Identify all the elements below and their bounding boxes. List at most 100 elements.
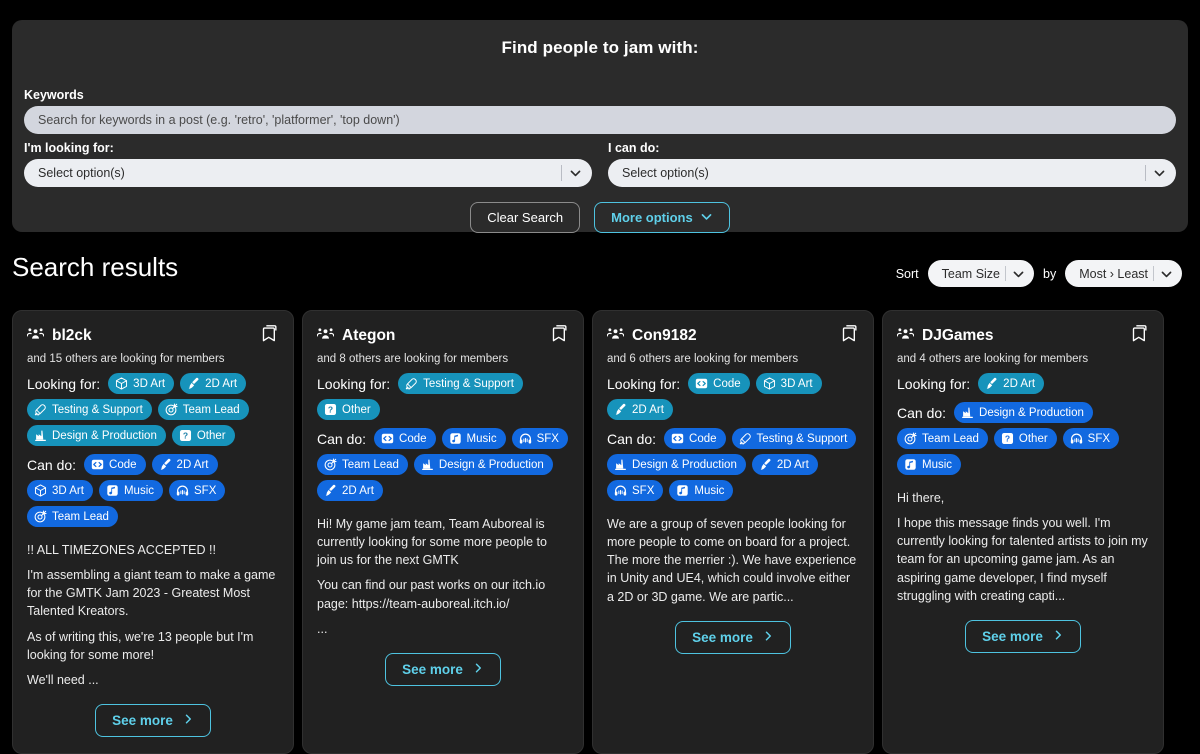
target-icon — [165, 403, 178, 416]
tag-3d-art[interactable]: 3D Art — [27, 480, 93, 501]
tag-design-production[interactable]: Design & Production — [27, 425, 166, 446]
more-options-button[interactable]: More options — [594, 202, 730, 233]
tag-sfx[interactable]: SFX — [607, 480, 663, 501]
keywords-label: Keywords — [24, 88, 1176, 102]
tag-2d-art[interactable]: 2D Art — [152, 454, 218, 475]
tag-sfx[interactable]: SFX — [169, 480, 225, 501]
tag-code[interactable]: Code — [664, 428, 726, 449]
looking-for-section: Looking for: 2D Art — [897, 373, 1149, 394]
tag-testing-support[interactable]: Testing & Support — [398, 373, 523, 394]
search-input[interactable] — [24, 106, 1176, 134]
tag-team-lead[interactable]: Team Lead — [27, 506, 118, 527]
bookmark-icon[interactable] — [551, 324, 570, 343]
people-icon — [607, 325, 624, 347]
can-do-section: Can do:CodeTesting & SupportDesign & Pro… — [607, 428, 859, 501]
bug-icon — [739, 432, 752, 445]
see-more-wrap: See more — [897, 620, 1149, 653]
can-do-group: I can do: Select option(s) — [608, 141, 1176, 187]
brush-icon — [985, 377, 998, 390]
card-title: bl2ck — [52, 327, 92, 345]
more-options-label: More options — [611, 210, 693, 225]
bookmark-icon[interactable] — [261, 324, 280, 343]
see-more-wrap: See more — [607, 621, 859, 654]
see-more-button[interactable]: See more — [675, 621, 791, 654]
tag-other[interactable]: ?Other — [172, 425, 235, 446]
tag-label: SFX — [537, 433, 559, 445]
see-more-label: See more — [692, 630, 753, 645]
target-icon — [34, 510, 47, 523]
tag-music[interactable]: Music — [99, 480, 163, 501]
tag-code[interactable]: Code — [374, 428, 436, 449]
see-more-wrap: See more — [317, 653, 569, 686]
tag-other[interactable]: ?Other — [994, 428, 1057, 449]
music-icon — [676, 484, 689, 497]
can-do-tags-label: Can do: — [317, 431, 366, 447]
svg-text:?: ? — [1005, 434, 1010, 444]
people-icon — [27, 325, 44, 347]
tag-2d-art[interactable]: 2D Art — [607, 399, 673, 420]
tag-3d-art[interactable]: 3D Art — [756, 373, 822, 394]
looking-for-tags: Looking for:3D Art2D ArtTesting & Suppor… — [27, 373, 279, 446]
tag-music[interactable]: Music — [897, 454, 961, 475]
tag-label: 2D Art — [205, 378, 237, 390]
card-title: Con9182 — [632, 327, 697, 345]
card-title: Ategon — [342, 327, 395, 345]
code-icon — [91, 458, 104, 471]
sort-field-select[interactable]: Team Size — [928, 260, 1034, 287]
chevron-down-icon — [1012, 267, 1025, 280]
tag-sfx[interactable]: SFX — [512, 428, 568, 449]
tag-team-lead[interactable]: Team Lead — [317, 454, 408, 475]
can-do-section: Can do: Code Music SFX Team Lead Design & Pro… — [317, 428, 569, 501]
tag-label: 3D Art — [133, 378, 165, 390]
clear-search-button[interactable]: Clear Search — [470, 202, 580, 233]
result-card[interactable]: Con9182and 6 others are looking for memb… — [592, 310, 874, 754]
see-more-button[interactable]: See more — [385, 653, 501, 686]
people-icon — [897, 325, 914, 347]
see-more-button[interactable]: See more — [965, 620, 1081, 653]
description-paragraph: ... — [317, 620, 569, 638]
tag-music[interactable]: Music — [442, 428, 506, 449]
tag-code[interactable]: Code — [688, 373, 750, 394]
filter-selects-row: I'm looking for: Select option(s) I can … — [24, 141, 1176, 187]
card-description: Hi! My game jam team, Team Auboreal is c… — [317, 515, 569, 638]
tag-label: Code — [689, 433, 717, 445]
tag-2d-art[interactable]: 2D Art — [317, 480, 383, 501]
tag-design-production[interactable]: Design & Production — [414, 454, 553, 475]
tag-other[interactable]: ?Other — [317, 399, 380, 420]
tag-2d-art[interactable]: 2D Art — [752, 454, 818, 475]
tag-label: 2D Art — [177, 459, 209, 471]
result-card[interactable]: Ategonand 8 others are looking for membe… — [302, 310, 584, 754]
tag-code[interactable]: Code — [84, 454, 146, 475]
result-card[interactable]: DJGamesand 4 others are looking for memb… — [882, 310, 1164, 754]
looking-for-tags: Looking for: 2D Art — [897, 373, 1149, 394]
tag-testing-support[interactable]: Testing & Support — [732, 428, 857, 449]
tag-team-lead[interactable]: Team Lead — [158, 399, 249, 420]
looking-for-select[interactable]: Select option(s) — [24, 159, 592, 187]
tag-label: Testing & Support — [757, 433, 848, 445]
card-header: DJGames — [897, 325, 1149, 347]
tag-design-production[interactable]: Design & Production — [954, 402, 1093, 423]
tag-2d-art[interactable]: 2D Art — [978, 373, 1044, 394]
tag-2d-art[interactable]: 2D Art — [180, 373, 246, 394]
select-divider — [561, 165, 562, 181]
result-card[interactable]: bl2ckand 15 others are looking for membe… — [12, 310, 294, 754]
tag-3d-art[interactable]: 3D Art — [108, 373, 174, 394]
sort-label: Sort — [896, 267, 919, 281]
question-icon: ? — [324, 403, 337, 416]
bookmark-icon[interactable] — [1131, 324, 1150, 343]
tag-label: Code — [109, 459, 137, 471]
sort-direction-select[interactable]: Most › Least — [1065, 260, 1182, 287]
tag-label: Team Lead — [342, 459, 399, 471]
bookmark-icon[interactable] — [841, 324, 860, 343]
tag-testing-support[interactable]: Testing & Support — [27, 399, 152, 420]
see-more-label: See more — [982, 629, 1043, 644]
panel-title: Find people to jam with: — [12, 20, 1188, 58]
tag-label: 2D Art — [342, 485, 374, 497]
tag-music[interactable]: Music — [669, 480, 733, 501]
can-do-select[interactable]: Select option(s) — [608, 159, 1176, 187]
looking-for-tags-label: Looking for: — [897, 376, 970, 392]
tag-team-lead[interactable]: Team Lead — [897, 428, 988, 449]
tag-sfx[interactable]: SFX — [1063, 428, 1119, 449]
tag-design-production[interactable]: Design & Production — [607, 454, 746, 475]
see-more-button[interactable]: See more — [95, 704, 211, 737]
